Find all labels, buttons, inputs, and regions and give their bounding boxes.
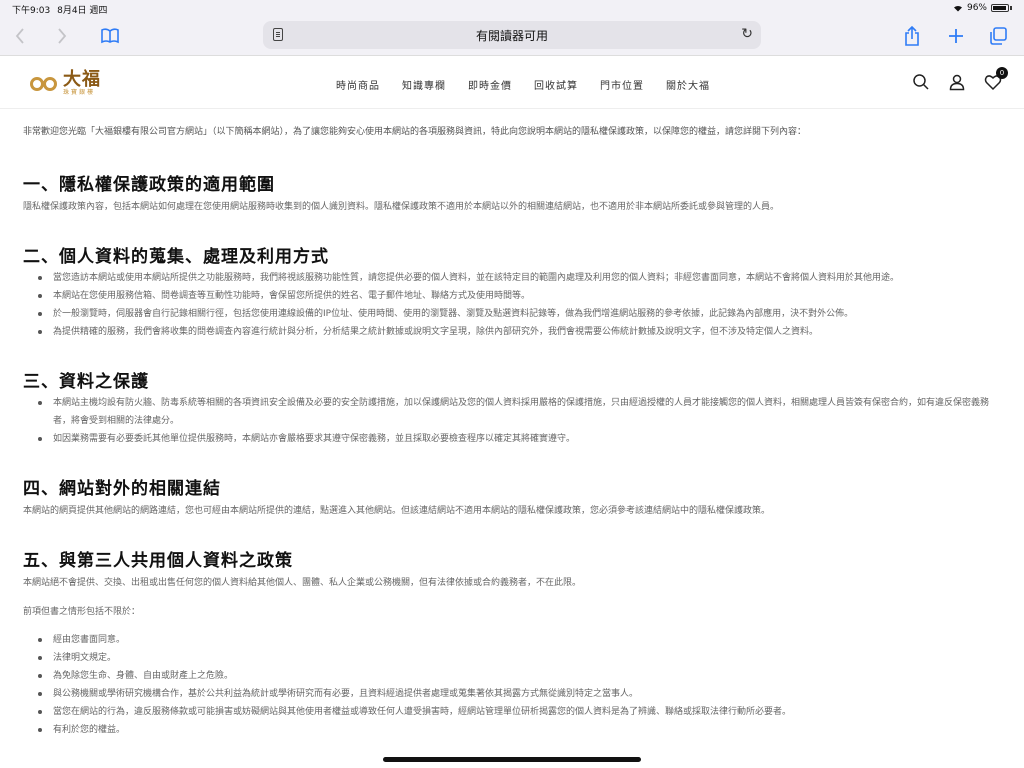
section-subtext-third-party: 前項但書之情形包括不限於： (23, 607, 141, 617)
list-item: 於一般瀏覽時，伺服器會自行記錄相關行徑，包括您使用連線設備的IP位址、使用時間、… (23, 305, 1003, 323)
browser-toolbar: 有閱讀器可用 ↻ (0, 16, 1024, 56)
site-logo[interactable]: 大福 珠寶銀樓 (30, 71, 101, 96)
bookmarks-icon[interactable] (98, 24, 122, 48)
address-bar[interactable]: 有閱讀器可用 ↻ (263, 21, 761, 49)
battery-tip (1010, 6, 1012, 10)
logo-text: 大福 珠寶銀樓 (63, 71, 101, 96)
section-text-third-party: 本網站絕不會提供、交換、出租或出售任何您的個人資料給其他個人、團體、私人企業或公… (23, 578, 582, 588)
battery-percent: 96% (966, 3, 987, 13)
logo-main-text: 大福 (63, 69, 101, 90)
third-party-list: 經由您書面同意。 法律明文規定。 為免除您生命、身體、自由或財產上之危險。 與公… (23, 631, 1003, 739)
nav-item-recycle[interactable]: 回收試算 (534, 77, 578, 92)
collection-list: 當您造訪本網站或使用本網站所提供之功能服務時，我們將視該服務功能性質，請您提供必… (23, 269, 1003, 341)
section-title-collection: 二、個人資料的蒐集、處理及利用方式 (23, 247, 329, 267)
status-time: 下午9:03 (12, 6, 51, 16)
main-nav: 時尚商品 知識專欄 即時金價 回收試算 門市位置 關於大福 (336, 77, 710, 92)
address-text: 有閱讀器可用 (475, 28, 548, 43)
nav-item-knowledge[interactable]: 知識專欄 (402, 77, 446, 92)
list-item: 當您在網站的行為，違反服務條款或可能損害或妨礙網站與其他使用者權益或導致任何人遭… (23, 703, 1003, 721)
wishlist-count-badge: 0 (996, 67, 1008, 79)
section-text-scope: 隱私權保護政策內容，包括本網站如何處理在您使用網站服務時收集到的個人識別資料。隱… (23, 202, 780, 212)
section-title-protection: 三、資料之保護 (23, 372, 149, 392)
site-header: 大福 珠寶銀樓 時尚商品 知識專欄 即時金價 回收試算 門市位置 關於大福 0 (0, 57, 1024, 109)
list-item: 當您造訪本網站或使用本網站所提供之功能服務時，我們將視該服務功能性質，請您提供必… (23, 269, 1003, 287)
list-item: 法律明文規定。 (23, 649, 1003, 667)
back-icon[interactable] (8, 24, 32, 48)
search-icon[interactable] (912, 73, 930, 91)
protection-list: 本網站主機均設有防火牆、防毒系統等相關的各項資訊安全設備及必要的安全防護措施，加… (23, 394, 1003, 448)
list-item: 本網站主機均設有防火牆、防毒系統等相關的各項資訊安全設備及必要的安全防護措施，加… (23, 394, 1003, 430)
forward-icon[interactable] (50, 24, 74, 48)
section-title-scope: 一、隱私權保護政策的適用範圍 (23, 175, 275, 195)
wishlist-button[interactable]: 0 (984, 67, 1008, 91)
list-item: 如因業務需要有必要委託其他單位提供服務時，本網站亦會嚴格要求其遵守保密義務，並且… (23, 430, 1003, 448)
reload-icon[interactable]: ↻ (741, 26, 753, 42)
nav-item-gold-price[interactable]: 即時金價 (468, 77, 512, 92)
privacy-policy-content: 非常歡迎您光臨「大福銀樓有限公司官方網站」（以下簡稱本網站），為了讓您能夠安心使… (23, 118, 1003, 739)
nav-item-stores[interactable]: 門市位置 (600, 77, 644, 92)
nav-item-fashion[interactable]: 時尚商品 (336, 77, 380, 92)
status-date: 8月4日 週四 (57, 6, 108, 16)
list-item: 經由您書面同意。 (23, 631, 1003, 649)
user-icon[interactable] (948, 73, 966, 91)
list-item: 為免除您生命、身體、自由或財產上之危險。 (23, 667, 1003, 685)
nav-item-about[interactable]: 關於大福 (666, 77, 710, 92)
list-item: 為提供精確的服務，我們會將收集的問卷調查內容進行統計與分析，分析結果之統計數據或… (23, 323, 1003, 341)
list-item: 有利於您的權益。 (23, 721, 1003, 739)
status-time-date: 下午9:03 8月4日 週四 (12, 3, 107, 16)
status-indicators: 96% (953, 3, 1012, 13)
header-actions: 0 (912, 67, 1008, 91)
battery-icon (991, 4, 1009, 12)
share-icon[interactable] (900, 24, 924, 48)
wifi-icon (953, 5, 962, 12)
section-title-external-links: 四、網站對外的相關連結 (23, 479, 221, 499)
list-item: 與公務機關或學術研究機構合作，基於公共利益為統計或學術研究而有必要，且資料經過提… (23, 685, 1003, 703)
home-indicator[interactable] (383, 757, 641, 762)
section-text-external-links: 本網站的網頁提供其他網站的網路連結，您也可經由本網站所提供的連結，點選進入其他網… (23, 506, 771, 516)
status-bar: 下午9:03 8月4日 週四 96% (0, 0, 1024, 16)
logo-sub-text: 珠寶銀樓 (63, 89, 96, 96)
list-item: 本網站在您使用服務信箱、問卷調查等互動性功能時，會保留您所提供的姓名、電子郵件地… (23, 287, 1003, 305)
logo-mark-icon (30, 75, 60, 93)
section-title-third-party: 五、與第三人共用個人資料之政策 (23, 551, 293, 571)
intro-text: 非常歡迎您光臨「大福銀樓有限公司官方網站」（以下簡稱本網站），為了讓您能夠安心使… (23, 127, 807, 137)
reader-icon[interactable] (273, 28, 283, 41)
tabs-overview-icon[interactable] (986, 24, 1010, 48)
new-tab-icon[interactable] (944, 24, 968, 48)
